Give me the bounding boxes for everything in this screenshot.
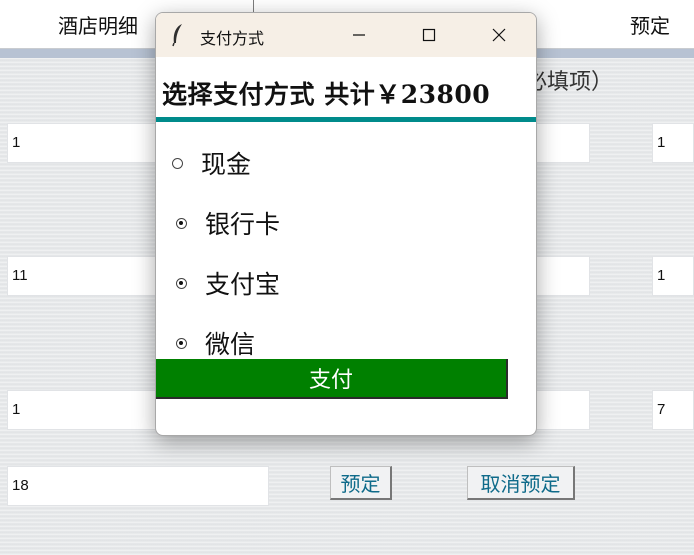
feather-icon [172,24,182,47]
option-bank-card-label: 银行卡 [205,210,281,239]
middle-field-2[interactable] [532,256,590,296]
option-cash-label: 现金 [201,150,252,179]
option-cash[interactable]: 现金 [172,145,251,181]
book-button[interactable]: 预定 [330,466,392,500]
option-alipay-label: 支付宝 [205,270,281,299]
option-alipay[interactable]: 支付宝 [176,265,280,301]
radio-bank-card[interactable] [176,217,187,229]
close-button[interactable] [476,13,522,57]
pay-button[interactable]: 支付 [156,359,508,399]
payment-dialog: 支付方式 选择支付方式 共计￥23800 现金 银行卡 支付宝 微信 支付 [155,12,537,436]
cancel-book-button[interactable]: 取消预定 [467,466,575,500]
radio-cash[interactable] [172,157,183,169]
maximize-button[interactable] [406,13,452,57]
payment-heading: 选择支付方式 共计￥23800 [162,80,491,109]
close-icon [492,28,506,42]
middle-field-1[interactable] [532,123,590,163]
header-hotel-detail[interactable]: 酒店明细 [58,10,138,39]
middle-field-3[interactable] [532,390,590,430]
minimize-button[interactable] [336,13,382,57]
option-bank-card[interactable]: 银行卡 [176,205,280,241]
required-note: 必填项） [525,70,614,95]
right-field-2[interactable]: 1 [652,256,694,296]
option-wechat-label: 微信 [205,330,256,359]
left-field-3[interactable]: 1 [7,390,157,430]
right-field-3[interactable]: 7 [652,390,694,430]
radio-alipay[interactable] [176,277,187,289]
heading-divider [156,117,536,122]
radio-wechat[interactable] [176,337,187,349]
left-field-4[interactable]: 18 [7,466,269,506]
header-book[interactable]: 预定 [630,10,670,39]
minimize-icon [353,34,365,36]
right-field-1[interactable]: 1 [652,123,694,163]
left-field-2[interactable]: 11 [7,256,157,296]
dialog-title: 支付方式 [200,29,265,48]
maximize-icon [422,28,436,42]
option-wechat[interactable]: 微信 [176,325,255,361]
left-field-1[interactable]: 1 [7,123,157,163]
dialog-titlebar[interactable]: 支付方式 [156,13,536,57]
